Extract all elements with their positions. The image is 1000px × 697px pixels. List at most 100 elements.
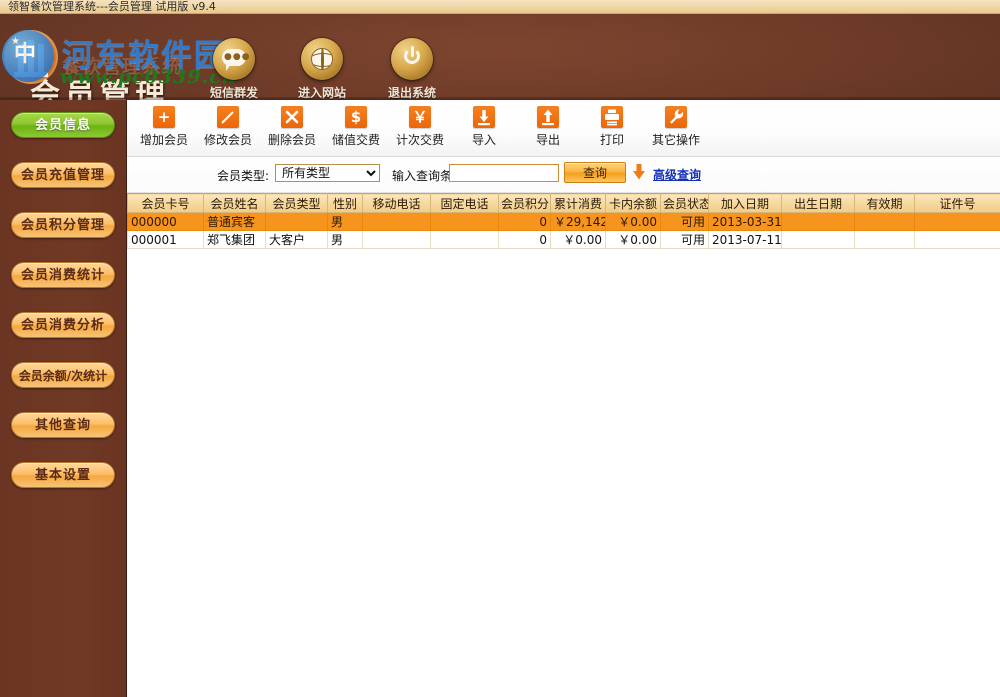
query-button[interactable]: 查询 — [564, 162, 626, 183]
toolbar-button-count-payment[interactable]: ￥ 计次交费 — [388, 106, 452, 148]
sidebar-item-label: 会员余额/次统计 — [18, 369, 108, 383]
yen-icon: ￥ — [409, 106, 431, 128]
table-column-header[interactable]: 会员积分 — [498, 193, 551, 213]
table-cell: ￥0.00 — [605, 230, 661, 249]
sidebar-item-balance-stats[interactable]: 会员余额/次统计 — [11, 362, 115, 388]
sidebar-item-label: 基本设置 — [34, 468, 91, 483]
nav-button-exit-label: 退出系统 — [387, 86, 436, 100]
table-cell: 0 — [498, 230, 551, 249]
application-window: 领智餐饮管理系统---会员管理 试用版 v9.4 餐饮管理系统 会员管理 ★ 中… — [0, 0, 1000, 697]
plus-icon: + — [153, 106, 175, 128]
table-cell — [265, 212, 328, 231]
import-download-icon — [473, 106, 495, 128]
table-cell: 男 — [327, 212, 363, 231]
watermark-badge-char: 中 — [14, 42, 37, 67]
member-type-select[interactable]: 所有类型 — [275, 164, 380, 182]
table-row[interactable]: 000000 普通宾客 男 0 ￥29,142.8 ￥0.00 可用 2013-… — [127, 212, 1000, 231]
toolbar-button-other-operations[interactable]: 其它操作 — [644, 106, 708, 148]
toolbar-button-label: 打印 — [599, 133, 624, 147]
sidebar: 会员信息 会员充值管理 会员积分管理 会员消费统计 会员消费分析 会员余额/次统… — [0, 100, 127, 697]
sidebar-item-consumption-stats[interactable]: 会员消费统计 — [11, 262, 115, 288]
table-cell: 000001 — [127, 230, 204, 249]
member-table: 会员卡号 会员姓名 会员类型 性别 移动电话 固定电话 会员积分 累计消费 卡内… — [127, 193, 1000, 249]
sidebar-item-points-management[interactable]: 会员积分管理 — [11, 212, 115, 238]
table-cell: ￥0.00 — [605, 212, 661, 231]
sidebar-item-basic-settings[interactable]: 基本设置 — [11, 462, 115, 488]
toolbar-button-label: 删除会员 — [267, 133, 316, 147]
advanced-query-link[interactable]: 高级查询 — [653, 166, 701, 183]
table-cell — [362, 212, 431, 231]
toolbar-button-label: 储值交费 — [331, 133, 380, 147]
toolbar-button-stored-value-payment[interactable]: $ 储值交费 — [324, 106, 388, 148]
nav-button-exit[interactable]: 退出系统 — [372, 38, 452, 100]
table-column-header[interactable]: 性别 — [327, 193, 363, 213]
nav-button-sms-label: 短信群发 — [209, 86, 258, 100]
toolbar-button-label: 增加会员 — [139, 133, 188, 147]
table-cell: 郑飞集团 — [203, 230, 266, 249]
sidebar-item-label: 会员积分管理 — [20, 218, 105, 233]
sidebar-item-label: 会员消费统计 — [20, 268, 105, 283]
table-column-header[interactable]: 有效期 — [854, 193, 915, 213]
sms-bubble-icon: ●●● — [213, 38, 255, 80]
sidebar-item-member-info[interactable]: 会员信息 — [11, 112, 115, 138]
wrench-icon — [665, 106, 687, 128]
main-content: + 增加会员 修改会员 删除会员 $ 储值交费 ￥ 计次交费 导入 导出 打印 … — [127, 100, 1000, 697]
table-cell — [362, 230, 431, 249]
table-cell: 大客户 — [265, 230, 328, 249]
table-cell: 0 — [498, 212, 551, 231]
table-cell — [914, 230, 1000, 249]
toolbar-button-print[interactable]: 打印 — [580, 106, 644, 148]
sidebar-item-recharge-management[interactable]: 会员充值管理 — [11, 162, 115, 188]
filter-bar: 会员类型: 所有类型 输入查询条件: 查询 高级查询 — [127, 157, 1000, 193]
table-cell: 可用 — [660, 230, 709, 249]
sidebar-item-label: 其他查询 — [34, 418, 91, 433]
sidebar-item-label: 会员信息 — [34, 118, 91, 133]
table-column-header[interactable]: 证件号 — [914, 193, 1000, 213]
table-cell: 2013-07-11 — [708, 230, 782, 249]
toolbar-button-import[interactable]: 导入 — [452, 106, 516, 148]
table-column-header[interactable]: 累计消费 — [550, 193, 606, 213]
table-column-header[interactable]: 加入日期 — [708, 193, 782, 213]
table-column-header[interactable]: 会员姓名 — [203, 193, 266, 213]
query-keyword-input[interactable] — [449, 164, 559, 182]
table-row[interactable]: 000001 郑飞集团 大客户 男 0 ￥0.00 ￥0.00 可用 2013-… — [127, 230, 1000, 249]
member-type-label: 会员类型: — [217, 169, 270, 183]
table-column-header[interactable]: 会员状态 — [660, 193, 709, 213]
nav-button-sms[interactable]: ●●● 短信群发 — [194, 38, 274, 100]
watermark-badge-icon: ★ 中 — [2, 30, 54, 82]
table-cell: 普通宾客 — [203, 212, 266, 231]
toolbar-button-delete-member[interactable]: 删除会员 — [260, 106, 324, 148]
table-header-row: 会员卡号 会员姓名 会员类型 性别 移动电话 固定电话 会员积分 累计消费 卡内… — [127, 193, 1000, 213]
table-column-header[interactable]: 会员类型 — [265, 193, 328, 213]
toolbar-button-edit-member[interactable]: 修改会员 — [196, 106, 260, 148]
toolbar-button-label: 导出 — [535, 133, 560, 147]
sidebar-item-label: 会员消费分析 — [20, 318, 105, 333]
table-cell: ￥29,142.8 — [550, 212, 606, 231]
arrow-down-icon — [632, 163, 646, 181]
app-header: 餐饮管理系统 会员管理 ★ 中 河东软件园 www.pc0339.cn ●●● … — [0, 14, 1000, 100]
pencil-icon — [217, 106, 239, 128]
toolbar-button-add-member[interactable]: + 增加会员 — [132, 106, 196, 148]
table-cell — [854, 212, 915, 231]
table-cell: 可用 — [660, 212, 709, 231]
window-title-text: 领智餐饮管理系统---会员管理 试用版 v9.4 — [8, 0, 216, 13]
table-column-header[interactable]: 移动电话 — [362, 193, 431, 213]
dollar-icon: $ — [345, 106, 367, 128]
toolbar-button-label: 修改会员 — [203, 133, 252, 147]
toolbar-button-export[interactable]: 导出 — [516, 106, 580, 148]
table-column-header[interactable]: 出生日期 — [781, 193, 855, 213]
nav-button-website-label: 进入网站 — [297, 86, 346, 100]
table-column-header[interactable]: 固定电话 — [430, 193, 499, 213]
table-column-header[interactable]: 卡内余额 — [605, 193, 661, 213]
export-upload-icon — [537, 106, 559, 128]
window-title-bar: 领智餐饮管理系统---会员管理 试用版 v9.4 — [0, 0, 1000, 14]
sidebar-item-other-query[interactable]: 其他查询 — [11, 412, 115, 438]
sidebar-item-consumption-analysis[interactable]: 会员消费分析 — [11, 312, 115, 338]
table-cell: 2013-03-31 — [708, 212, 782, 231]
sidebar-item-label: 会员充值管理 — [20, 168, 105, 183]
globe-icon — [301, 38, 343, 80]
table-column-header[interactable]: 会员卡号 — [127, 193, 204, 213]
table-cell — [781, 230, 855, 249]
nav-button-website[interactable]: 进入网站 — [282, 38, 362, 100]
toolbar-button-label: 其它操作 — [651, 133, 700, 147]
